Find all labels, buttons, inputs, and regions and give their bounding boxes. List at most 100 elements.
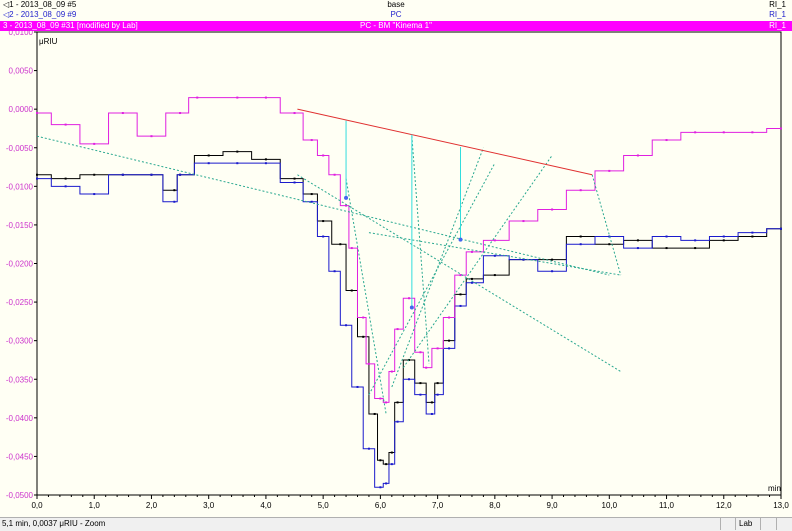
series-3-point: [93, 142, 96, 145]
series-3-point: [196, 96, 199, 99]
series-1-point: [264, 158, 267, 161]
series-2-point: [385, 482, 388, 485]
series-2-point: [367, 447, 370, 450]
series-1-point: [293, 177, 296, 180]
series-2-point: [173, 200, 176, 203]
series-1-point: [373, 412, 376, 415]
x-axis-label: min: [768, 484, 781, 493]
x-tick-label: 6,0: [375, 501, 387, 510]
series-2-point: [179, 173, 182, 176]
series-3-point: [522, 220, 525, 223]
series-3-point: [385, 401, 388, 404]
y-tick-label: -0,0150: [6, 221, 34, 230]
series-2-point: [636, 247, 639, 250]
y-tick-label: -0,0050: [6, 144, 34, 153]
series-1-point: [390, 451, 393, 454]
series-1-point: [385, 463, 388, 466]
y-tick-label: -0,0250: [6, 298, 34, 307]
series-3-point: [493, 239, 496, 242]
series-1-point: [636, 239, 639, 242]
series-3-point: [436, 347, 439, 350]
y-tick-label: 0,0100: [9, 28, 34, 37]
series-2-point: [665, 235, 668, 238]
series-1-point: [310, 193, 313, 196]
series-line-3: [37, 97, 781, 403]
series-2-point: [293, 181, 296, 184]
series-1-point: [608, 243, 611, 246]
x-tick-label: 13,0: [773, 501, 789, 510]
series-3-point: [362, 316, 365, 319]
series-3-point: [665, 139, 668, 142]
series-1-point: [448, 339, 451, 342]
series-3-point: [350, 247, 353, 250]
y-tick-label: -0,0500: [6, 491, 34, 500]
y-tick-label: -0,0400: [6, 414, 34, 423]
y-tick-label: 0,0050: [9, 67, 34, 76]
series-1-point: [665, 247, 668, 250]
series-2-point: [579, 243, 582, 246]
status-user: Lab: [735, 518, 755, 530]
series-1-point: [470, 277, 473, 280]
cursor-marker-dot: [458, 237, 463, 242]
series-3-point: [419, 351, 422, 354]
series-3-point: [459, 274, 462, 277]
series-3-point: [470, 250, 473, 253]
tangent-line: [36, 135, 610, 276]
y-tick-label: -0,0100: [6, 182, 34, 191]
series-3-point: [636, 154, 639, 157]
series-2-point: [493, 254, 496, 257]
series-2-point: [694, 239, 697, 242]
status-text: 5,1 min, 0,0037 μRIU - Zoom: [2, 519, 106, 528]
x-tick-label: 7,0: [432, 501, 444, 510]
x-tick-label: 5,0: [318, 501, 330, 510]
y-tick-label: 0,0000: [9, 105, 34, 114]
series-3-point: [694, 131, 697, 134]
x-tick-label: 8,0: [489, 501, 501, 510]
series-2-point: [264, 162, 267, 165]
y-tick-label: -0,0450: [6, 452, 34, 461]
series-1-point: [751, 235, 754, 238]
series-2-point: [751, 231, 754, 234]
series-2-point: [470, 281, 473, 284]
series-2-point: [390, 463, 393, 466]
series-2-point: [93, 193, 96, 196]
series-1-point: [722, 239, 725, 242]
series-1-point: [236, 150, 239, 153]
x-axis: 0,0 1,0 2,0 3,0 4,0 5,0 6,0 7,0 8,0 9,0 10,0 11,0 12…: [31, 495, 789, 510]
series-2-point: [396, 420, 399, 423]
series-3-point: [551, 208, 554, 211]
series-3-point: [179, 112, 182, 115]
x-tick-label: 4,0: [260, 501, 272, 510]
series-3-point: [722, 131, 725, 134]
series-3-point: [408, 297, 410, 300]
series-2-point: [408, 378, 410, 381]
cursor-marker-dot: [344, 195, 349, 200]
series-2-point: [356, 385, 359, 388]
series-2-point: [345, 324, 348, 327]
x-tick-label: 3,0: [203, 501, 215, 510]
series-line-2: [37, 162, 781, 488]
series-1-point: [362, 335, 365, 338]
series-2-point: [419, 393, 422, 396]
series-1-point: [551, 258, 554, 261]
tangent-line: [402, 155, 553, 368]
series-1-point: [579, 235, 582, 238]
series-2-point: [448, 347, 451, 350]
series-2-point: [121, 173, 124, 176]
series-3-point: [751, 131, 754, 134]
sensorgram-chart[interactable]: 0,0100 0,0050 0,0000 -0,0050 -0,0100 -0,0150 -…: [0, 0, 792, 517]
series-1-point: [396, 401, 399, 404]
series-3-point: [390, 370, 393, 373]
series-1-point: [173, 189, 176, 192]
series-1-point: [339, 243, 342, 246]
series-3-point: [121, 112, 124, 115]
series-3-point: [150, 135, 153, 138]
series-3-point: [379, 397, 382, 400]
series-2-point: [459, 304, 462, 307]
series-2-point: [36, 177, 38, 180]
series-1-point: [430, 401, 433, 404]
x-tick-label: 11,0: [659, 501, 675, 510]
baseline-line: [297, 108, 593, 176]
series-2-point: [150, 173, 153, 176]
series-1-point: [207, 154, 210, 157]
